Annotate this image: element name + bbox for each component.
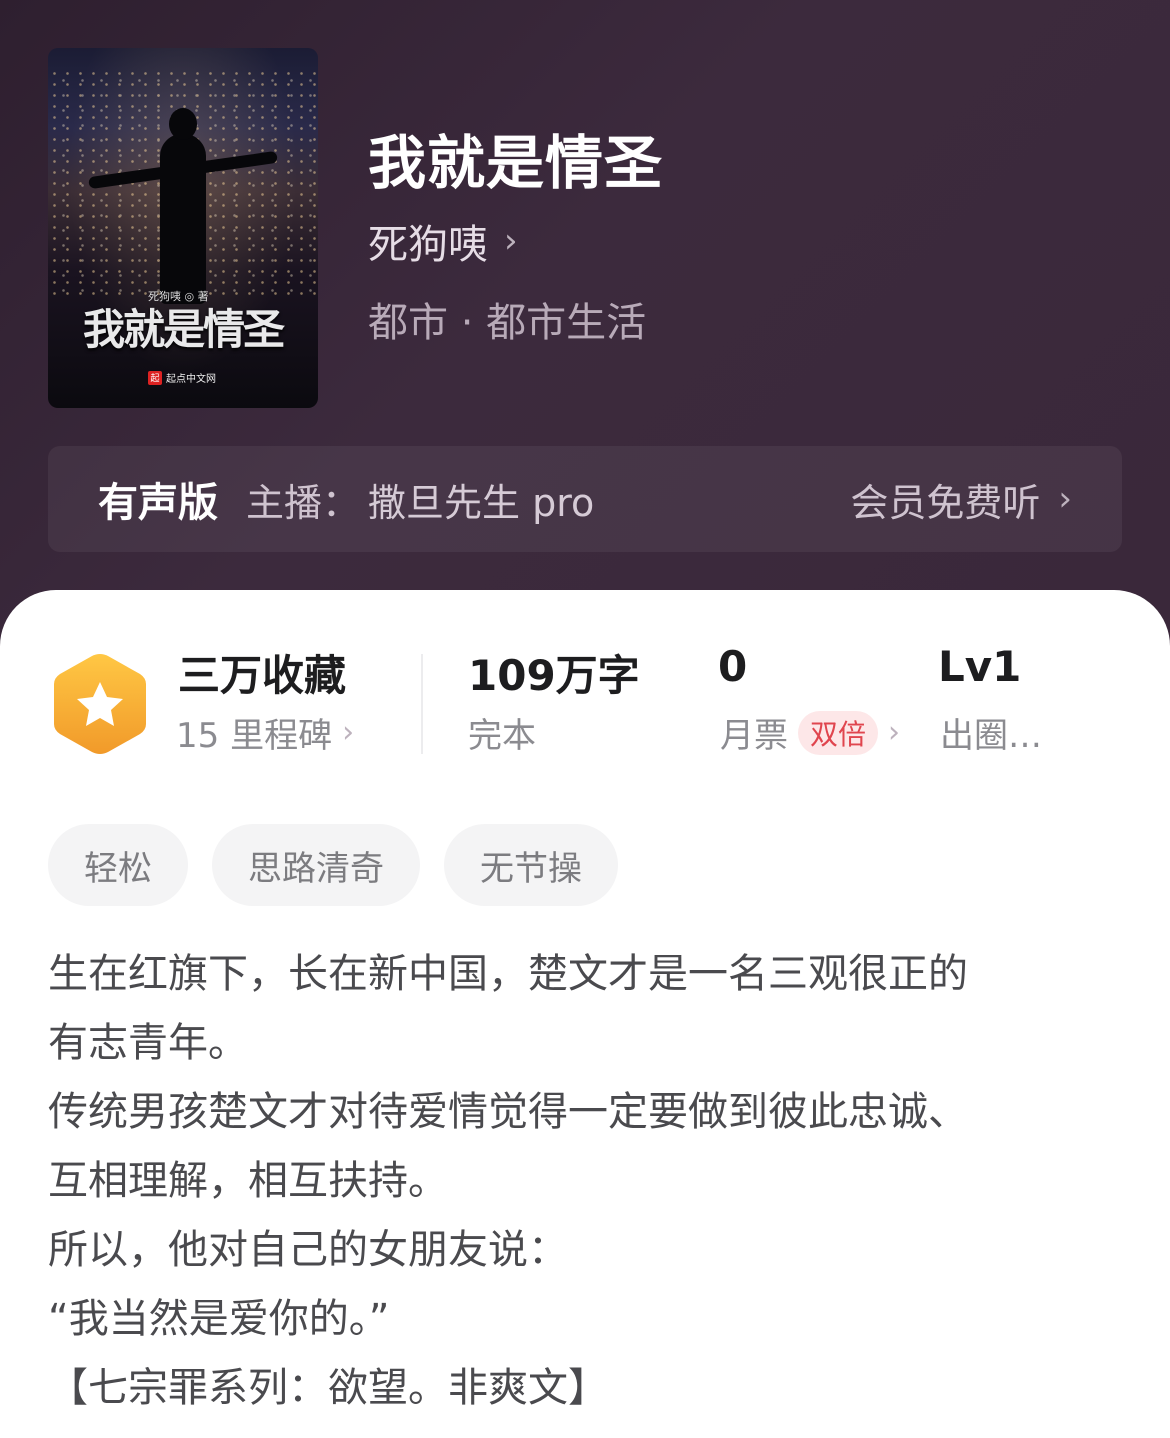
double-ticket-badge: 双倍: [798, 710, 879, 755]
completion-status: 完本: [468, 716, 536, 756]
audio-host-prefix: 主播：: [246, 480, 361, 525]
author-name: 死狗咦: [368, 222, 488, 268]
favorites-count: 三万收藏: [178, 651, 347, 700]
chevron-right-icon: ›: [888, 715, 901, 750]
book-title: 我就是情圣: [368, 129, 664, 197]
publisher-name: 起点中文网: [166, 374, 216, 385]
stats-row: 三万收藏 15 里程碑 › 109万字 完本 0 月票 双倍 › Lv1 出圈…: [0, 630, 1170, 770]
tag-chip[interactable]: 无节操: [444, 824, 618, 906]
synopsis-line: 有志青年。: [48, 1020, 248, 1066]
chevron-right-icon: ›: [504, 221, 518, 261]
milestone-label: 15 里程碑: [176, 716, 333, 756]
level-label[interactable]: 出圈…: [940, 708, 1042, 757]
synopsis-line: 生在红旗下，长在新中国，楚文才是一名三观很正的: [48, 951, 968, 997]
synopsis-line: 互相理解，相互扶持。: [48, 1158, 448, 1204]
stats-divider: [421, 654, 423, 754]
monthly-ticket-link[interactable]: 月票 双倍 ›: [720, 708, 900, 757]
book-cover[interactable]: 死狗咦 ◎ 著 我就是情圣 起 起点中文网: [48, 48, 318, 408]
audio-host-name: 撒旦先生 pro: [368, 480, 595, 525]
book-header: 死狗咦 ◎ 著 我就是情圣 起 起点中文网 我就是情圣 死狗咦 › 都市 · 都…: [0, 0, 1170, 640]
tag-chip[interactable]: 思路清奇: [212, 824, 420, 906]
book-synopsis[interactable]: 生在红旗下，长在新中国，楚文才是一名三观很正的 有志青年。 传统男孩楚文才对待爱…: [48, 940, 1128, 1423]
member-free-listen-label: 会员免费听: [850, 480, 1041, 525]
tag-chip[interactable]: 轻松: [48, 824, 188, 906]
star-badge-icon[interactable]: [52, 652, 148, 756]
word-count: 109万字: [468, 651, 640, 700]
synopsis-line: 所以，他对自己的女朋友说：: [48, 1227, 568, 1273]
tag-list: 轻松 思路清奇 无节操: [48, 824, 618, 906]
monthly-ticket-label: 月票: [720, 716, 788, 756]
chevron-right-icon: ›: [1058, 479, 1072, 519]
synopsis-line: “我当然是爱你的。”: [48, 1296, 390, 1342]
synopsis-line: 【七宗罪系列：欲望。非爽文】: [48, 1365, 608, 1411]
book-detail-card: 三万收藏 15 里程碑 › 109万字 完本 0 月票 双倍 › Lv1 出圈……: [0, 590, 1170, 1438]
publisher-logo-icon: 起: [148, 370, 162, 385]
chevron-right-icon: ›: [342, 715, 355, 750]
audio-label: 有声版: [98, 480, 218, 526]
cover-publisher: 起 起点中文网: [148, 370, 216, 385]
figure-silhouette: [160, 108, 206, 304]
book-genre: 都市 · 都市生活: [368, 300, 647, 346]
audio-version-bar[interactable]: 有声版 主播： 撒旦先生 pro 会员免费听 ›: [48, 446, 1122, 552]
cover-title: 我就是情圣: [82, 305, 285, 354]
synopsis-line: 传统男孩楚文才对待爱情觉得一定要做到彼此忠诚、: [48, 1089, 968, 1135]
milestone-link[interactable]: 15 里程碑 ›: [176, 708, 354, 757]
monthly-ticket-count: 0: [718, 642, 748, 691]
level-value: Lv1: [938, 642, 1022, 691]
member-free-listen-link[interactable]: 会员免费听 ›: [850, 472, 1072, 527]
author-link[interactable]: 死狗咦 ›: [368, 212, 518, 270]
